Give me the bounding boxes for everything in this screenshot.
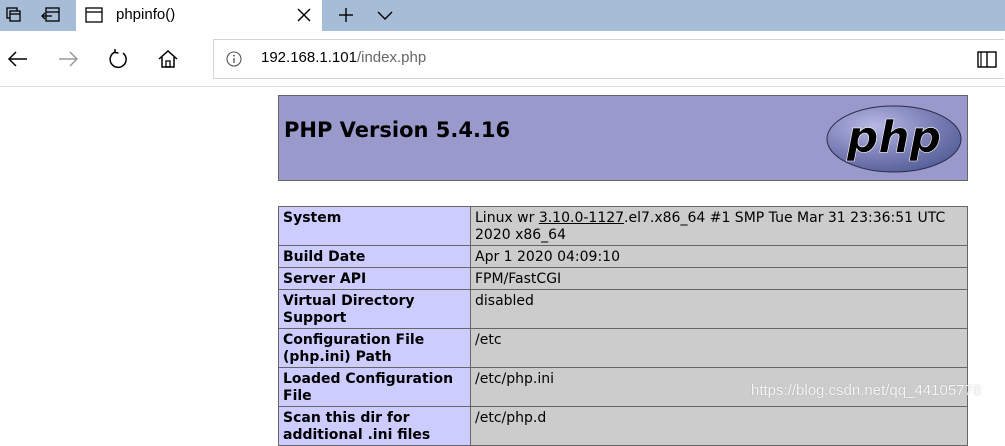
row-value: /etc/php.d (470, 406, 968, 446)
navigation-bar: 192.168.1.101/index.php (0, 31, 1005, 87)
tab-title: phpinfo() (116, 6, 176, 23)
table-row: Configuration File (php.ini) Path /etc (278, 328, 968, 368)
row-value: /etc (470, 328, 968, 368)
address-bar[interactable]: 192.168.1.101/index.php (213, 39, 1004, 79)
row-label: Build Date (278, 245, 471, 268)
table-row: Scan this dir for additional .ini files … (278, 406, 968, 446)
row-value: Linux wr 3.10.0-1127.el7.x86_64 #1 SMP T… (470, 206, 968, 246)
table-row: Build Date Apr 1 2020 04:09:10 (278, 245, 968, 268)
php-version-header: PHP Version 5.4.16 php (278, 95, 968, 181)
row-label: System (278, 206, 471, 246)
refresh-icon[interactable] (106, 47, 130, 71)
php-logo-text: php (846, 112, 941, 163)
table-row: Virtual Directory Support disabled (278, 289, 968, 329)
phpinfo-table: System Linux wr 3.10.0-1127.el7.x86_64 #… (278, 206, 968, 446)
home-icon[interactable] (156, 47, 180, 71)
row-value: disabled (470, 289, 968, 329)
table-row: Server API FPM/FastCGI (278, 267, 968, 290)
page-icon (85, 6, 103, 24)
back-arrow-icon[interactable] (6, 47, 30, 71)
table-row: System Linux wr 3.10.0-1127.el7.x86_64 #… (278, 206, 968, 246)
page-title: PHP Version 5.4.16 (284, 118, 511, 142)
row-value: FPM/FastCGI (470, 267, 968, 290)
close-icon[interactable] (295, 6, 313, 24)
url-path: /index.php (356, 49, 427, 66)
row-label: Loaded Configuration File (278, 367, 471, 407)
system-prefix: Linux wr (475, 210, 539, 226)
tab-strip: phpinfo() (0, 0, 1005, 31)
watermark: https://blog.csdn.net/qq_44105778 (751, 382, 982, 399)
row-label: Virtual Directory Support (278, 289, 471, 329)
info-icon[interactable] (226, 51, 242, 67)
row-value: Apr 1 2020 04:09:10 (470, 245, 968, 268)
row-label: Configuration File (php.ini) Path (278, 328, 471, 368)
url-text[interactable]: 192.168.1.101/index.php (261, 49, 426, 67)
plus-icon[interactable] (335, 4, 357, 26)
php-logo: php (826, 105, 962, 173)
url-host: 192.168.1.101 (261, 49, 357, 66)
row-label: Scan this dir for additional .ini files (278, 406, 471, 446)
active-tab[interactable]: phpinfo() (76, 0, 322, 31)
forward-arrow-icon[interactable] (56, 47, 80, 71)
row-label: Server API (278, 267, 471, 290)
kernel-version: 3.10.0-1127 (538, 210, 625, 226)
tab-manager-icon[interactable] (3, 4, 25, 26)
chevron-down-icon[interactable] (374, 4, 396, 26)
book-icon[interactable] (975, 47, 999, 71)
set-aside-tabs-icon[interactable] (40, 4, 62, 26)
